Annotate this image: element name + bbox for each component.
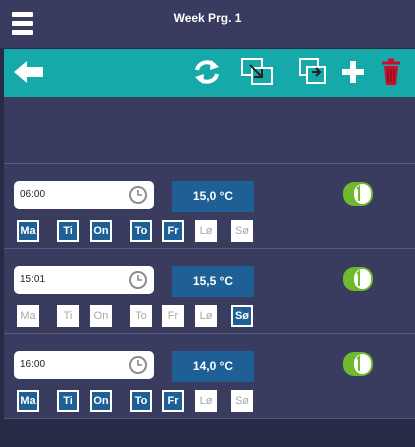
toolbar: [4, 49, 415, 97]
divider: [4, 418, 415, 419]
temperature-setpoint[interactable]: 15,5 °C: [172, 266, 254, 297]
paste-schedule-icon[interactable]: [298, 57, 328, 87]
day-toggle[interactable]: To: [130, 220, 152, 242]
time-value: 06:00: [20, 189, 46, 200]
day-toggle[interactable]: Sø: [231, 305, 253, 327]
day-toggle[interactable]: Sø: [231, 220, 253, 242]
toggle-on-icon[interactable]: [342, 351, 374, 377]
time-value: 16:00: [20, 359, 46, 370]
plus-icon[interactable]: [340, 57, 366, 87]
time-value: 15:01: [20, 274, 46, 285]
clock-icon[interactable]: [128, 185, 148, 205]
day-toggle[interactable]: Ti: [57, 305, 79, 327]
day-toggle[interactable]: Sø: [231, 390, 253, 412]
day-toggle[interactable]: Lø: [195, 220, 217, 242]
refresh-icon[interactable]: [192, 57, 222, 87]
temperature-setpoint[interactable]: 14,0 °C: [172, 351, 254, 382]
toggle-on-icon[interactable]: [342, 181, 374, 207]
day-toggle[interactable]: To: [130, 305, 152, 327]
trash-icon[interactable]: [376, 57, 406, 87]
time-field[interactable]: 16:00: [14, 351, 154, 379]
arrow-left-icon[interactable]: [12, 57, 46, 87]
time-field[interactable]: 06:00: [14, 181, 154, 209]
schedule-entry: 16:00 14,0 °C Ma Ti On To Fr Lø Sø: [4, 334, 415, 418]
temperature-setpoint[interactable]: 15,0 °C: [172, 181, 254, 212]
schedule-entry: 06:00 15,0 °C Ma Ti On To Fr Lø Sø: [4, 164, 415, 248]
header: Week Prg. 1: [0, 0, 415, 48]
day-toggle[interactable]: On: [90, 390, 112, 412]
day-toggle[interactable]: Ma: [17, 390, 39, 412]
copy-schedule-icon[interactable]: [240, 57, 276, 87]
day-toggle[interactable]: Ti: [57, 390, 79, 412]
day-toggle[interactable]: Ma: [17, 220, 39, 242]
day-toggle[interactable]: Ti: [57, 220, 79, 242]
day-toggle[interactable]: Ma: [17, 305, 39, 327]
schedule-entry: 15:01 15,5 °C Ma Ti On To Fr Lø Sø: [4, 249, 415, 333]
footer-area: [0, 420, 415, 447]
day-toggle[interactable]: To: [130, 390, 152, 412]
day-toggle[interactable]: Lø: [195, 390, 217, 412]
day-toggle[interactable]: On: [90, 305, 112, 327]
day-toggle[interactable]: Fr: [162, 305, 184, 327]
day-toggle[interactable]: Lø: [195, 305, 217, 327]
time-field[interactable]: 15:01: [14, 266, 154, 294]
day-toggle[interactable]: Fr: [162, 220, 184, 242]
spacer-band: [4, 97, 415, 163]
day-toggle[interactable]: Fr: [162, 390, 184, 412]
day-toggle[interactable]: On: [90, 220, 112, 242]
page-title: Week Prg. 1: [173, 11, 242, 25]
clock-icon[interactable]: [128, 355, 148, 375]
clock-icon[interactable]: [128, 270, 148, 290]
toggle-on-icon[interactable]: [342, 266, 374, 292]
